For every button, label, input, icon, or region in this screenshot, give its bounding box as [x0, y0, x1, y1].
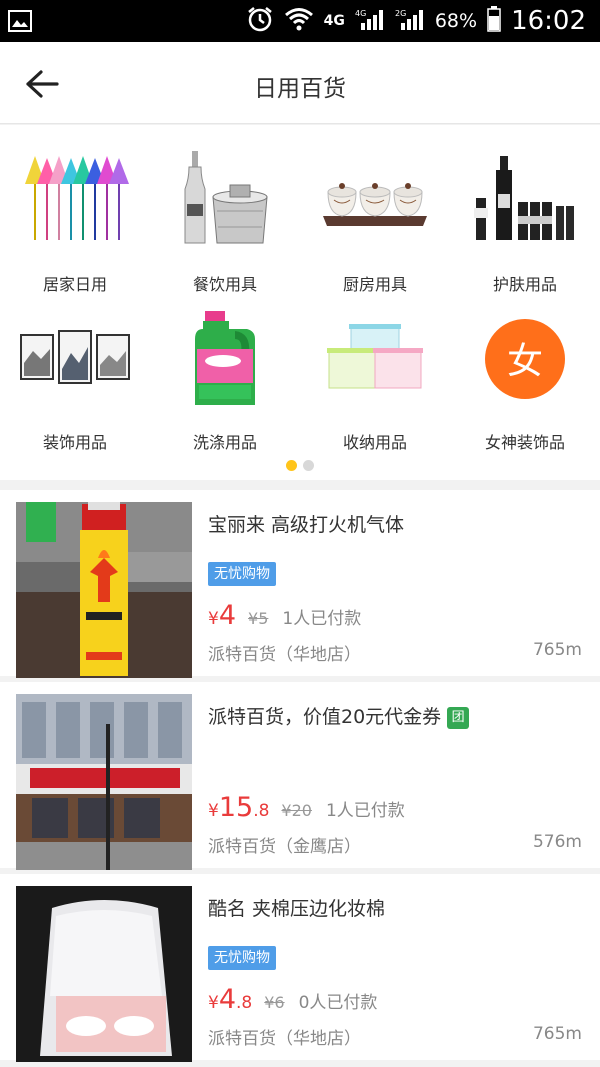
category-label: 收纳用品	[342, 433, 407, 452]
detergent-bottle-icon	[165, 307, 285, 411]
spice-jars-icon	[315, 145, 435, 253]
group-buy-badge: 团	[447, 707, 470, 729]
price-row: ¥15.8 ¥20 1人已付款	[208, 792, 405, 823]
product-card[interactable]: 宝丽来 高级打火机气体 无忧购物 ¥4 ¥5 1人已付款 派特百货（华地店） 7…	[0, 490, 600, 678]
category-panel: 居家日用 餐饮用具 厨房用具 护肤用品 装饰用品 洗涤用品 收纳用品 女 女神装…	[0, 125, 600, 480]
current-price: ¥4.8	[208, 984, 253, 1015]
original-price: ¥6	[264, 993, 285, 1012]
alarm-icon	[246, 5, 274, 37]
page-dot[interactable]	[303, 460, 314, 471]
shop-name: 派特百货（华地店）	[208, 1029, 361, 1049]
worry-free-tag: 无忧购物	[208, 946, 276, 970]
app-header: 日用百货	[0, 42, 600, 124]
category-label: 餐饮用具	[192, 275, 257, 294]
skincare-bottles-icon	[465, 145, 585, 253]
product-title: 派特百货，价值20元代金券团	[208, 702, 470, 729]
umbrellas-icon	[15, 145, 135, 253]
page-dot-active[interactable]	[286, 460, 297, 471]
signal-4g-label: 4G	[355, 9, 366, 18]
female-badge-icon: 女	[485, 319, 565, 399]
product-card[interactable]: 派特百货，价值20元代金券团 ¥15.8 ¥20 1人已付款 派特百货（金鹰店）…	[0, 682, 600, 870]
battery-icon	[487, 6, 501, 36]
original-price: ¥5	[248, 609, 269, 628]
distance: 765m	[532, 640, 582, 660]
product-thumbnail-storefront	[16, 694, 192, 870]
champagne-bucket-icon	[165, 145, 285, 253]
gallery-notification-icon	[0, 0, 40, 42]
category-label: 居家日用	[42, 275, 107, 294]
current-price: ¥15.8	[208, 792, 270, 823]
product-thumbnail-cotton-pads	[16, 886, 192, 1062]
category-skincare[interactable]: 护肤用品	[450, 133, 600, 295]
badge-char: 女	[507, 341, 543, 382]
shop-name: 派特百货（华地店）	[208, 645, 361, 665]
category-label: 厨房用具	[342, 275, 407, 294]
sold-count: 0人已付款	[298, 993, 378, 1013]
category-storage[interactable]: 收纳用品	[300, 295, 450, 453]
sold-count: 1人已付款	[325, 801, 405, 821]
signal-2g-icon: 2G	[395, 7, 425, 35]
category-decor[interactable]: 装饰用品	[0, 295, 150, 453]
category-home-daily[interactable]: 居家日用	[0, 133, 150, 295]
distance: 576m	[532, 832, 582, 852]
price-row: ¥4.8 ¥6 0人已付款	[208, 984, 377, 1015]
product-thumbnail-lighter-gas	[16, 502, 192, 678]
signal-2g-label: 2G	[395, 9, 406, 18]
product-card[interactable]: 酷名 夹棉压边化妆棉 无忧购物 ¥4.8 ¥6 0人已付款 派特百货（华地店） …	[0, 874, 600, 1062]
category-label: 洗涤用品	[192, 433, 257, 452]
battery-percent: 68%	[434, 10, 478, 32]
category-dining[interactable]: 餐饮用具	[150, 133, 300, 295]
product-title: 酷名 夹棉压边化妆棉	[208, 898, 386, 920]
storage-boxes-icon	[315, 307, 435, 411]
category-label: 女神装饰品	[484, 433, 565, 452]
current-price: ¥4	[208, 600, 237, 631]
price-row: ¥4 ¥5 1人已付款	[208, 600, 361, 631]
category-kitchen[interactable]: 厨房用具	[300, 133, 450, 295]
signal-4g-icon: 4G	[355, 7, 385, 35]
distance: 765m	[532, 1024, 582, 1044]
category-label: 护肤用品	[492, 275, 557, 294]
category-laundry[interactable]: 洗涤用品	[150, 295, 300, 453]
wall-paintings-icon	[15, 307, 135, 411]
network-type-label: 4G	[323, 13, 345, 29]
shop-name: 派特百货（金鹰店）	[208, 837, 361, 857]
page-indicator	[0, 460, 600, 471]
category-label: 装饰用品	[42, 433, 107, 452]
clock: 16:02	[511, 6, 586, 36]
wifi-icon	[284, 6, 314, 36]
product-title: 宝丽来 高级打火机气体	[208, 514, 405, 536]
category-accessories[interactable]: 女 女神装饰品	[450, 295, 600, 453]
worry-free-tag: 无忧购物	[208, 562, 276, 586]
status-bar: 4G 4G 2G 68% 16:02	[0, 0, 600, 42]
sold-count: 1人已付款	[282, 609, 362, 629]
page-title: 日用百货	[254, 76, 346, 102]
original-price: ¥20	[281, 801, 312, 820]
